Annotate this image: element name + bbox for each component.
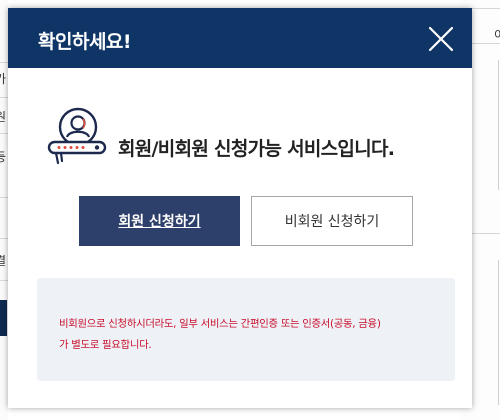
background-divider xyxy=(498,60,499,190)
close-icon xyxy=(428,26,454,52)
background-text: 등 xyxy=(0,150,7,164)
nonmember-apply-button[interactable]: 비회원 신청하기 xyxy=(251,196,413,246)
background-divider xyxy=(0,97,8,98)
background-text: 결 xyxy=(0,254,7,268)
notice-text: 비회원으로 신청하시더라도, 일부 서비스는 간편인증 또는 인증서(공동, 금… xyxy=(59,314,439,356)
notice-line: 가 별도로 필요합니다. xyxy=(59,339,152,351)
modal-header: 확인하세요! xyxy=(8,8,472,68)
confirm-modal: 확인하세요! 회원/비회원 신청가능 서비스입니다. 회원 신청하기 비회원 신… xyxy=(8,8,472,408)
background-divider xyxy=(0,197,8,198)
background-page-left xyxy=(0,0,8,420)
background-button xyxy=(0,300,7,336)
notice-line: 비회원으로 신청하시더라도, 일부 서비스는 간편인증 또는 인증서(공동, 금… xyxy=(59,318,381,330)
background-divider xyxy=(498,260,499,405)
background-divider xyxy=(0,238,8,239)
background-divider xyxy=(0,62,8,63)
member-apply-button[interactable]: 회원 신청하기 xyxy=(79,196,240,246)
user-keycard-icon xyxy=(47,107,107,165)
background-divider xyxy=(0,280,8,281)
background-text: 이 xyxy=(494,28,500,42)
modal-title: 확인하세요! xyxy=(38,31,132,53)
close-button[interactable] xyxy=(428,26,454,52)
background-text: 원 xyxy=(0,110,7,124)
background-text: 가 xyxy=(0,72,7,86)
service-message: 회원/비회원 신청가능 서비스입니다. xyxy=(118,138,395,160)
notice-box: 비회원으로 신청하시더라도, 일부 서비스는 간편인증 또는 인증서(공동, 금… xyxy=(37,278,455,381)
background-divider xyxy=(0,133,8,134)
